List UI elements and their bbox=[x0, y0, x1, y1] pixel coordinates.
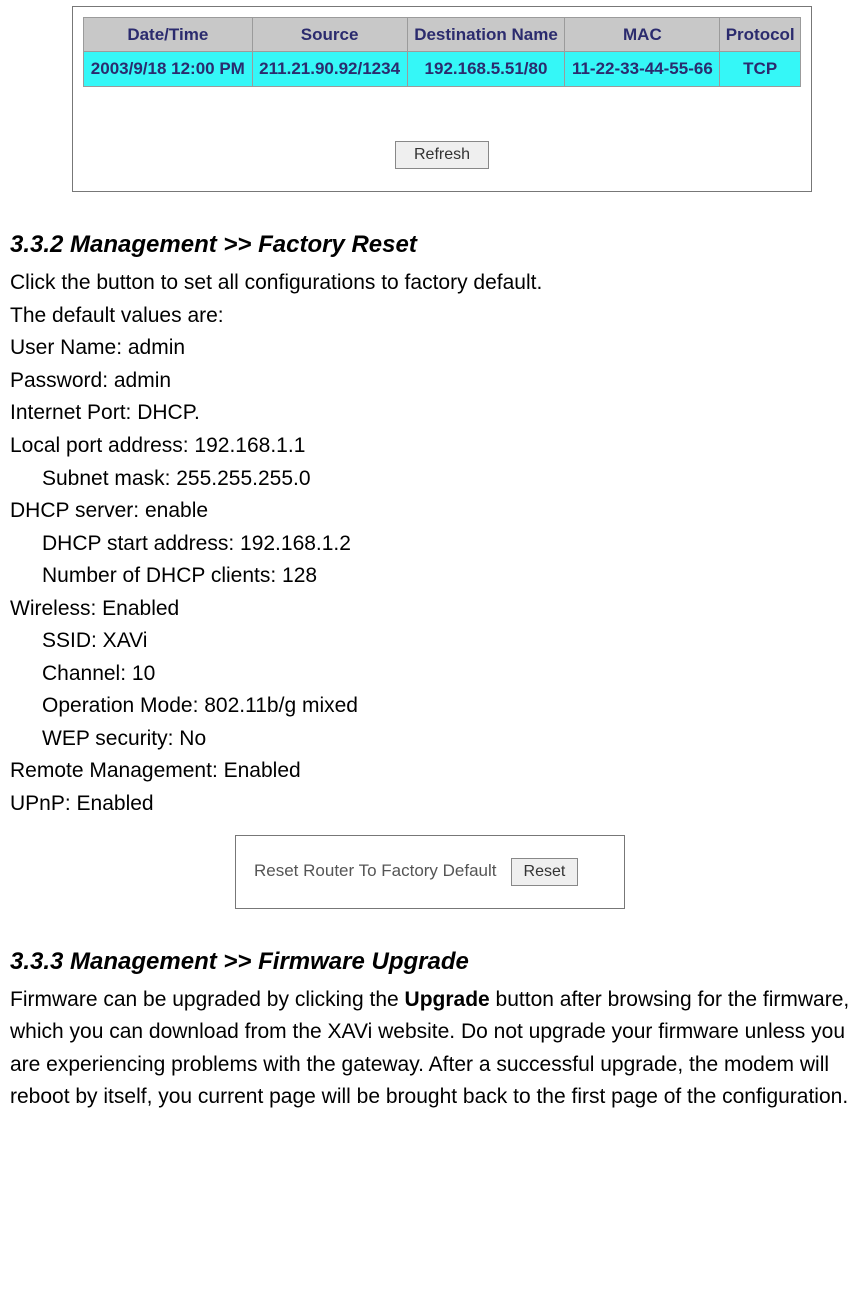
default-channel: Channel: 10 bbox=[10, 658, 850, 691]
log-row: 2003/9/18 12:00 PM 211.21.90.92/1234 192… bbox=[84, 52, 801, 86]
col-source: Source bbox=[252, 18, 407, 52]
default-username: User Name: admin bbox=[10, 332, 850, 365]
default-remote-mgmt: Remote Management: Enabled bbox=[10, 755, 850, 788]
default-dhcp-server: DHCP server: enable bbox=[10, 495, 850, 528]
reset-text: Reset Router To Factory Default bbox=[254, 858, 497, 884]
section-332-intro: Click the button to set all configuratio… bbox=[10, 267, 850, 300]
default-upnp: UPnP: Enabled bbox=[10, 788, 850, 821]
default-internet-port: Internet Port: DHCP. bbox=[10, 397, 850, 430]
section-333-paragraph: Firmware can be upgraded by clicking the… bbox=[10, 984, 850, 1114]
default-local-port: Local port address: 192.168.1.1 bbox=[10, 430, 850, 463]
log-header-row: Date/Time Source Destination Name MAC Pr… bbox=[84, 18, 801, 52]
section-333-title: 3.3.3 Management >> Firmware Upgrade bbox=[10, 943, 850, 980]
cell-protocol: TCP bbox=[720, 52, 801, 86]
default-dhcp-clients: Number of DHCP clients: 128 bbox=[10, 560, 850, 593]
cell-mac: 11-22-33-44-55-66 bbox=[565, 52, 720, 86]
section-332-title: 3.3.2 Management >> Factory Reset bbox=[10, 226, 850, 263]
fw-bold-word: Upgrade bbox=[405, 988, 490, 1011]
reset-button[interactable]: Reset bbox=[511, 858, 579, 886]
default-ssid: SSID: XAVi bbox=[10, 625, 850, 658]
fw-text-before: Firmware can be upgraded by clicking the bbox=[10, 988, 405, 1011]
default-op-mode: Operation Mode: 802.11b/g mixed bbox=[10, 690, 850, 723]
default-subnet-mask: Subnet mask: 255.255.255.0 bbox=[10, 463, 850, 496]
col-protocol: Protocol bbox=[720, 18, 801, 52]
col-mac: MAC bbox=[565, 18, 720, 52]
default-dhcp-start: DHCP start address: 192.168.1.2 bbox=[10, 528, 850, 561]
reset-panel: Reset Router To Factory Default Reset bbox=[235, 835, 625, 909]
log-panel: Date/Time Source Destination Name MAC Pr… bbox=[72, 6, 812, 192]
defaults-label: The default values are: bbox=[10, 300, 850, 333]
default-password: Password: admin bbox=[10, 365, 850, 398]
col-destination: Destination Name bbox=[407, 18, 565, 52]
default-wireless: Wireless: Enabled bbox=[10, 593, 850, 626]
log-table: Date/Time Source Destination Name MAC Pr… bbox=[83, 17, 801, 87]
cell-datetime: 2003/9/18 12:00 PM bbox=[84, 52, 253, 86]
cell-source: 211.21.90.92/1234 bbox=[252, 52, 407, 86]
cell-destination: 192.168.5.51/80 bbox=[407, 52, 565, 86]
refresh-button[interactable]: Refresh bbox=[395, 141, 489, 169]
col-datetime: Date/Time bbox=[84, 18, 253, 52]
default-wep: WEP security: No bbox=[10, 723, 850, 756]
